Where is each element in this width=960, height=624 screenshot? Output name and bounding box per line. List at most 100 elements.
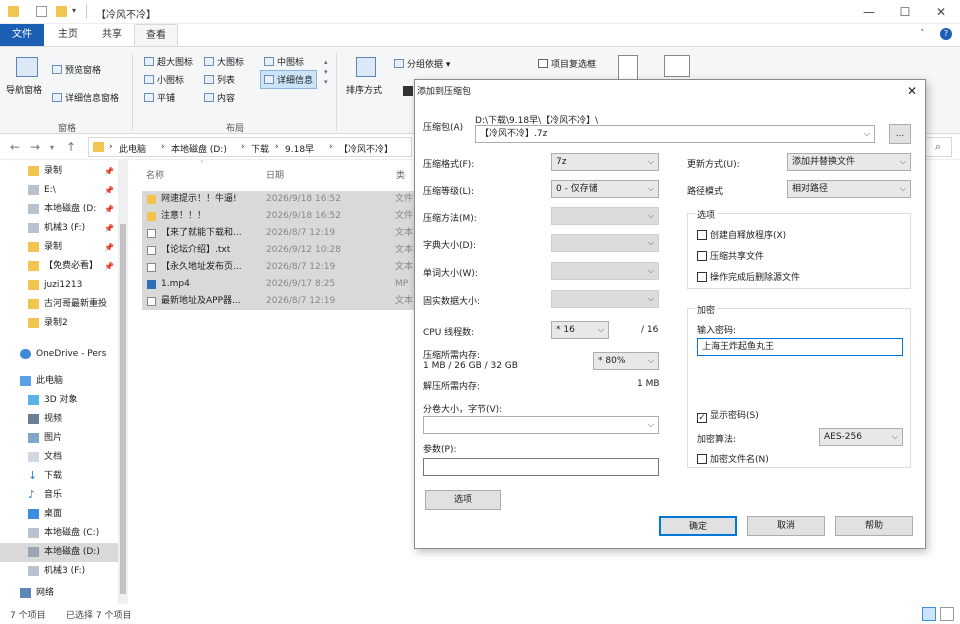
sidebar-item-3d[interactable]: 3D 对象 (0, 391, 118, 410)
sidebar-item-d-drive[interactable]: 本地磁盘 (D: 📌 (0, 200, 118, 219)
ribbon-collapse-icon[interactable]: ˄ (920, 29, 925, 39)
breadcrumb-current[interactable]: 【冷风不冷】 (339, 142, 393, 155)
encrypt-names-checkbox[interactable]: 加密文件名(N) (697, 452, 769, 465)
sort-by-button[interactable]: 排序方式 (344, 55, 388, 105)
browse-button[interactable]: ... (889, 124, 911, 144)
tab-share[interactable]: 共享 (90, 24, 134, 46)
table-row[interactable]: 【论坛介绍】.txt 2026/9/12 10:28 文本 (142, 242, 442, 259)
sidebar-item-documents[interactable]: 文档 (0, 448, 118, 467)
sidebar-item-recording2[interactable]: 录制2 (0, 314, 118, 333)
sidebar-item-d-drive-selected[interactable]: 本地磁盘 (D:) (0, 543, 118, 562)
layout-details[interactable]: 详细信息 (260, 70, 318, 89)
cpu-threads-select[interactable]: * 16 ⌵ (551, 321, 609, 339)
sidebar-item-f-drive[interactable]: 机械3 (F:) 📌 (0, 219, 118, 238)
layout-xl-icons[interactable]: 超大图标 (144, 55, 193, 68)
encryption-method-select[interactable]: AES-256 ⌵ (819, 428, 903, 446)
minimize-button[interactable]: — (852, 2, 886, 22)
table-row[interactable]: 最新地址及APP器... 2026/8/7 12:19 文本 (142, 293, 442, 310)
layout-small-icons[interactable]: 小图标 (144, 73, 184, 86)
solid-size-select[interactable]: ⌵ (551, 290, 659, 308)
group-by-button[interactable]: 分组依据 ▾ (394, 57, 450, 70)
cancel-button[interactable]: 取消 (747, 516, 825, 536)
hide-selected-icon[interactable] (618, 55, 638, 81)
new-folder-icon[interactable] (56, 6, 67, 17)
properties-icon[interactable] (36, 6, 47, 17)
sidebar-scrollbar-thumb[interactable] (120, 224, 126, 594)
sidebar-item-guhe[interactable]: 古河哥最新重投 (0, 295, 118, 314)
layout-content[interactable]: 内容 (204, 91, 235, 104)
layout-large-icons[interactable]: 大图标 (204, 55, 244, 68)
level-select[interactable]: 0 - 仅存储 ⌵ (551, 180, 659, 198)
help-icon[interactable]: ? (940, 28, 952, 40)
sidebar-item-videos[interactable]: 视频 (0, 410, 118, 429)
password-field[interactable]: 上海王炸起鱼丸王 (697, 338, 903, 356)
column-header-date[interactable]: 日期 (266, 168, 284, 181)
maximize-button[interactable]: ☐ (888, 2, 922, 22)
sidebar-item-recording[interactable]: 录制 📌 (0, 238, 118, 257)
help-button[interactable]: 帮助 (835, 516, 913, 536)
layout-scroll-icon[interactable]: ▴ ▾ ▾ (324, 57, 328, 87)
sfx-checkbox[interactable]: 创建自释放程序(X) (697, 228, 786, 241)
table-row[interactable]: 【永久地址发布页... 2026/8/7 12:19 文本 (142, 259, 442, 276)
sidebar-item-f-drive2[interactable]: 机械3 (F:) (0, 562, 118, 581)
sidebar-item-e-drive[interactable]: E:\ 📌 (0, 181, 118, 200)
sidebar-item-network[interactable]: 网络 (0, 585, 118, 601)
details-view-icon[interactable] (922, 607, 936, 621)
recent-dropdown-icon[interactable]: ▾ (50, 143, 54, 152)
sidebar-item-music[interactable]: ♪ 音乐 (0, 486, 118, 505)
back-icon[interactable]: ← (10, 140, 20, 154)
method-select[interactable]: ⌵ (551, 207, 659, 225)
forward-icon[interactable]: → (30, 140, 40, 154)
preview-pane-button[interactable]: 预览窗格 (52, 63, 101, 76)
parameters-input[interactable] (423, 458, 659, 476)
sidebar-item-free[interactable]: 【免费必看】 📌 (0, 257, 118, 276)
close-icon[interactable]: ✕ (901, 82, 923, 100)
table-row[interactable]: 注意！！！ 2026/9/18 16:52 文件 (142, 208, 442, 225)
sidebar-item-c-drive[interactable]: 本地磁盘 (C:) (0, 524, 118, 543)
sidebar-item-desktop[interactable]: 桌面 (0, 505, 118, 524)
table-row[interactable]: 网速提示！！牛逼! 2026/9/18 16:52 文件 (142, 191, 442, 208)
ok-button[interactable]: 确定 (659, 516, 737, 536)
archive-name-field[interactable]: 【冷风不冷】.7z ⌵ (475, 125, 875, 143)
options-icon[interactable] (664, 55, 690, 77)
address-bar[interactable]: › 此电脑 › 本地磁盘 (D:) › 下载 › 9.18早 › 【冷风不冷】 (88, 137, 412, 157)
close-button[interactable]: ✕ (924, 2, 958, 22)
tab-file[interactable]: 文件 (0, 24, 44, 46)
memory-usage-select[interactable]: * 80% ⌵ (593, 352, 659, 370)
delete-after-checkbox[interactable]: 操作完成后删除源文件 (697, 270, 800, 283)
show-password-checkbox[interactable]: ✓ 显示密码(S) (697, 408, 759, 423)
breadcrumb-this-pc[interactable]: 此电脑 (119, 142, 146, 155)
sidebar-item-this-pc[interactable]: 此电脑 (0, 372, 118, 391)
layout-list[interactable]: 列表 (204, 73, 235, 86)
table-row[interactable]: 【来了就能下载和... 2026/8/7 12:19 文本 (142, 225, 442, 242)
details-pane-button[interactable]: 详细信息窗格 (52, 91, 119, 104)
quick-access-dropdown-icon[interactable]: ▾ (72, 6, 76, 15)
item-checkbox-toggle[interactable]: 项目复选框 (538, 57, 596, 70)
split-size-select[interactable]: ⌵ (423, 416, 659, 434)
layout-tiles[interactable]: 平铺 (144, 91, 175, 104)
shared-files-checkbox[interactable]: 压缩共享文件 (697, 249, 764, 262)
sidebar-item-pictures[interactable]: 图片 (0, 429, 118, 448)
tab-home[interactable]: 主页 (46, 24, 90, 46)
sidebar-item-onedrive[interactable]: OneDrive - Pers (0, 345, 118, 364)
layout-medium-icons[interactable]: 中图标 (264, 55, 304, 68)
column-header-type[interactable]: 类 (396, 168, 405, 181)
tab-view[interactable]: 查看 (134, 24, 178, 46)
nav-pane-button[interactable]: 导航窗格 (6, 55, 46, 101)
large-icons-view-icon[interactable] (940, 607, 954, 621)
update-mode-select[interactable]: 添加并替换文件 ⌵ (787, 153, 911, 171)
breadcrumb-drive-d[interactable]: 本地磁盘 (D:) (171, 142, 227, 155)
sidebar-item-juzi[interactable]: juzi1213 (0, 276, 118, 295)
breadcrumb-downloads[interactable]: 下载 (251, 142, 269, 155)
up-icon[interactable]: ↑ (66, 140, 76, 154)
word-size-select[interactable]: ⌵ (551, 262, 659, 280)
dictionary-select[interactable]: ⌵ (551, 234, 659, 252)
path-mode-select[interactable]: 相对路径 ⌵ (787, 180, 911, 198)
options-button[interactable]: 选项 (425, 490, 501, 510)
sidebar-item-downloads[interactable]: ↓ 下载 (0, 467, 118, 486)
column-header-name[interactable]: 名称 (146, 168, 164, 181)
format-select[interactable]: 7z ⌵ (551, 153, 659, 171)
table-row[interactable]: 1.mp4 2026/9/17 8:25 MP (142, 276, 442, 293)
breadcrumb-918[interactable]: 9.18早 (285, 142, 314, 155)
sidebar-item-recording[interactable]: 录制 📌 (0, 162, 118, 181)
